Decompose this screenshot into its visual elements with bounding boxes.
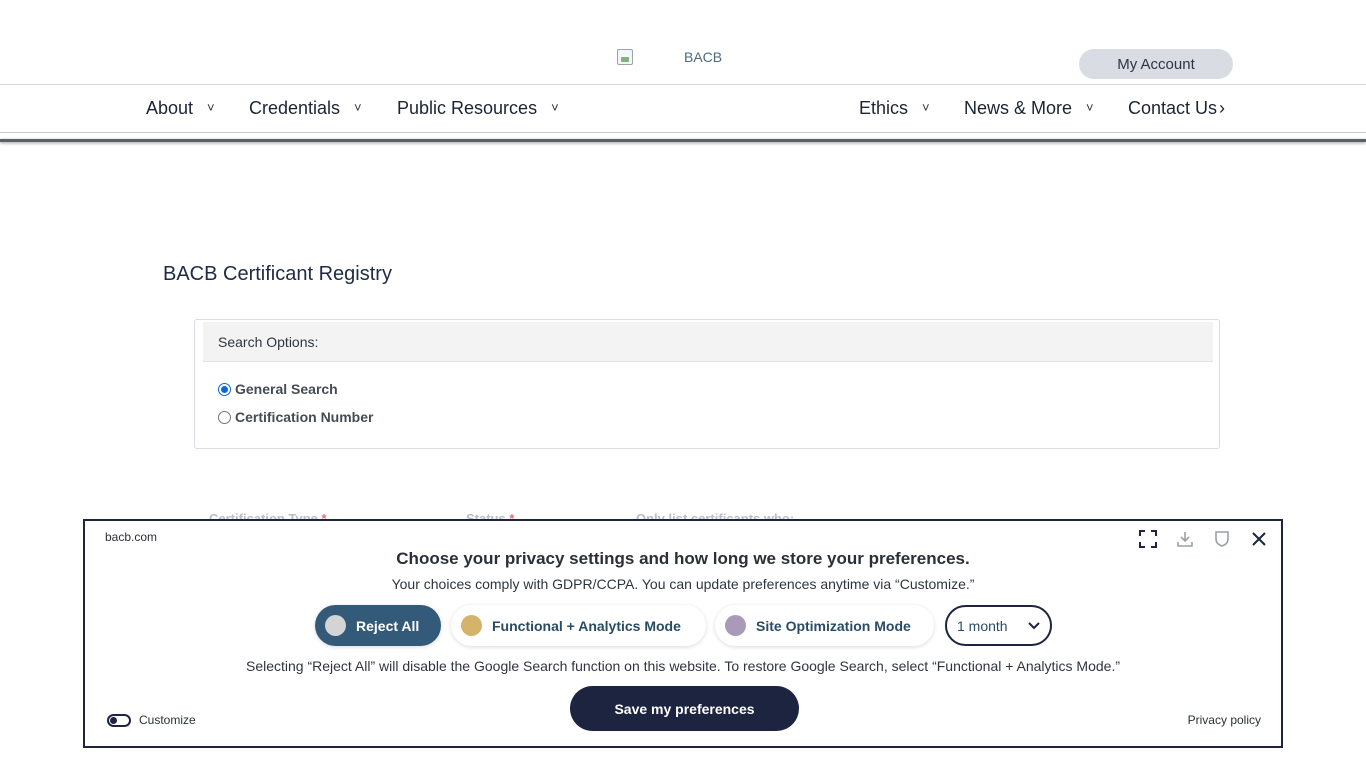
nav-item-ethics[interactable]: Ethics ˅ [859, 96, 930, 120]
page-title: BACB Certificant Registry [163, 263, 392, 285]
site-optimization-label: Site Optimization Mode [756, 617, 911, 634]
nav-item-label: Public Resources [397, 97, 538, 118]
customize-toggle[interactable]: Customize [107, 713, 196, 727]
certification-number-label[interactable]: Certification Number [235, 409, 373, 425]
close-icon[interactable] [1249, 529, 1269, 549]
functional-dot-icon [461, 615, 482, 636]
reject-dot-icon [325, 615, 346, 636]
fullscreen-icon[interactable] [1138, 529, 1158, 549]
site-optimization-button[interactable]: Site Optimization Mode [715, 605, 934, 646]
privacy-banner: bacb.com Choose your privacy settings an… [83, 519, 1283, 748]
chevron-down-icon: ˅ [207, 99, 215, 115]
duration-value: 1 month [957, 617, 1008, 634]
privacy-title: Choose your privacy settings and how lon… [396, 549, 970, 568]
reject-all-label: Reject All [356, 617, 420, 634]
customize-label: Customize [139, 713, 196, 727]
privacy-policy-link[interactable]: Privacy policy [1188, 713, 1261, 727]
privacy-subtitle: Your choices comply with GDPR/CCPA. You … [391, 576, 975, 592]
certification-number-radio-row[interactable]: Certification Number [218, 409, 373, 425]
general-search-radio-row[interactable]: General Search [218, 381, 338, 397]
general-search-radio[interactable] [218, 382, 231, 396]
nav-shadow-bar [0, 139, 1366, 142]
nav-item-news-more[interactable]: News & More ˅ [964, 96, 1094, 120]
functional-analytics-label: Functional + Analytics Mode [492, 617, 681, 634]
nav-item-label: Contact Us [1128, 97, 1218, 118]
chevron-down-icon: ˅ [551, 99, 559, 115]
certification-number-radio[interactable] [218, 410, 231, 424]
search-options-header: Search Options: [203, 322, 1213, 362]
optimization-dot-icon [725, 615, 746, 636]
nav-item-label: News & More [964, 97, 1073, 118]
reject-all-button[interactable]: Reject All [315, 605, 441, 646]
toggle-icon[interactable] [107, 713, 131, 727]
search-options-panel: Search Options: General Search Certifica… [194, 319, 1220, 449]
nav-item-label: About [146, 97, 194, 118]
nav-item-contact-us[interactable]: Contact Us › [1128, 96, 1225, 120]
general-search-label[interactable]: General Search [235, 381, 338, 397]
chevron-right-icon: › [1219, 97, 1226, 118]
site-label: bacb.com [105, 530, 158, 544]
chevron-down-icon: ˅ [922, 99, 930, 115]
chevron-down-icon [1028, 619, 1040, 633]
nav-item-public-resources[interactable]: Public Resources ˅ [397, 96, 559, 120]
chevron-down-icon: ˅ [354, 99, 362, 115]
header-divider [0, 84, 1366, 85]
save-preferences-button[interactable]: Save my preferences [570, 686, 799, 731]
shield-icon[interactable] [1212, 529, 1232, 549]
nav-item-credentials[interactable]: Credentials ˅ [249, 96, 362, 120]
broken-image-icon [617, 49, 633, 65]
logo-alt-text: BACB [684, 49, 723, 65]
download-icon[interactable] [1175, 529, 1195, 549]
bacb-logo[interactable]: BACB [617, 47, 727, 67]
nav-divider [0, 132, 1366, 133]
chevron-down-icon: ˅ [1086, 99, 1094, 115]
nav-item-label: Credentials [249, 97, 341, 118]
functional-analytics-button[interactable]: Functional + Analytics Mode [451, 605, 706, 646]
nav-item-about[interactable]: About ˅ [146, 96, 215, 120]
duration-select[interactable]: 1 month [945, 605, 1052, 646]
my-account-button[interactable]: My Account [1079, 49, 1233, 79]
reject-note: Selecting “Reject All” will disable the … [245, 658, 1121, 674]
nav-item-label: Ethics [859, 97, 909, 118]
